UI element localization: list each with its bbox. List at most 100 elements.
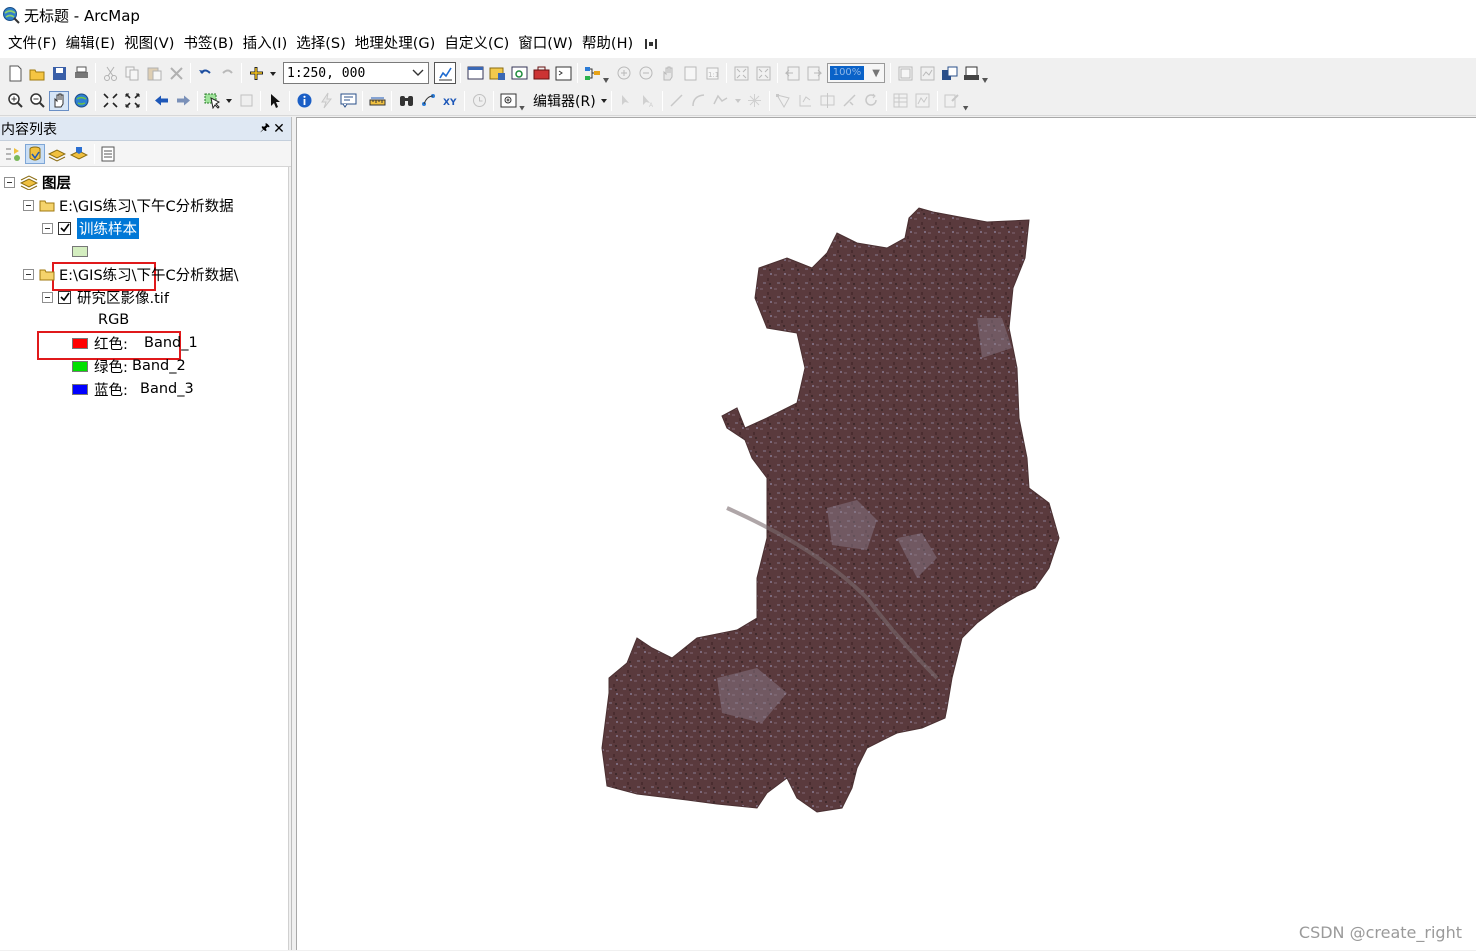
arctoolbox-button[interactable] [531, 63, 551, 83]
menu-selection[interactable]: 选择(S) [292, 32, 351, 56]
search-window-button[interactable] [509, 63, 529, 83]
close-icon[interactable]: ✕ [271, 121, 287, 137]
measure-button[interactable] [367, 91, 387, 111]
print-button[interactable] [71, 63, 91, 83]
go-to-xy-button[interactable]: XY [440, 91, 460, 111]
green-channel-swatch[interactable] [72, 360, 88, 372]
edit-tool-button[interactable] [616, 91, 636, 111]
find-route-button[interactable] [418, 91, 438, 111]
select-features-dropdown[interactable] [224, 91, 234, 111]
html-popup-button[interactable] [338, 91, 358, 111]
table-of-contents-button[interactable] [465, 63, 485, 83]
zoom-100-button[interactable]: 1:1 [702, 63, 722, 83]
blue-channel-swatch[interactable] [72, 383, 88, 395]
find-button[interactable] [396, 91, 416, 111]
pan-button[interactable] [49, 90, 69, 111]
select-features-button[interactable] [202, 91, 222, 111]
map-display[interactable]: CSDN @create_right [296, 117, 1476, 950]
map-scale-combobox[interactable]: 1:250, 000 [283, 62, 429, 84]
point-tool-button[interactable] [745, 91, 765, 111]
new-document-button[interactable] [5, 63, 25, 83]
menu-bookmarks[interactable]: 书签(B) [179, 32, 238, 56]
next-extent-layout-button[interactable] [804, 63, 824, 83]
menu-geoprocessing[interactable]: 地理处理(G) [351, 32, 441, 56]
layer-visibility-checkbox[interactable] [58, 221, 71, 235]
focus-data-frame-button[interactable] [917, 63, 937, 83]
identify-button[interactable] [294, 91, 314, 111]
python-window-button[interactable] [553, 63, 573, 83]
collapse-icon[interactable] [23, 268, 34, 280]
undo-button[interactable] [195, 63, 215, 83]
straight-segment-button[interactable] [667, 91, 687, 111]
menu-view[interactable]: 视图(V) [120, 32, 179, 56]
band-legend-red[interactable]: 红色: Band_1 [72, 332, 198, 354]
edit-annotation-button[interactable]: A [638, 91, 658, 111]
edit-vertices-button[interactable] [774, 91, 794, 111]
save-button[interactable] [49, 63, 69, 83]
tree-group-source-2[interactable]: E:\GIS练习\下午C分析数据\ [23, 263, 239, 285]
data-driven-pages-button[interactable] [961, 63, 981, 83]
construction-tools-dropdown[interactable] [733, 91, 743, 111]
fixed-zoom-in-layout-button[interactable] [731, 63, 751, 83]
zoom-whole-page-button[interactable] [680, 63, 700, 83]
create-viewer-window-button[interactable] [498, 91, 518, 111]
tree-root-layers[interactable]: 图层 [4, 171, 71, 193]
rotate-tool-button[interactable] [862, 91, 882, 111]
toolbar-options-grip[interactable] [982, 63, 990, 83]
red-channel-swatch[interactable] [72, 337, 88, 349]
collapse-icon[interactable] [42, 291, 53, 303]
add-data-button[interactable] [246, 63, 266, 83]
polygon-symbol-swatch[interactable] [72, 245, 88, 257]
toolbar-options-grip[interactable] [519, 91, 527, 111]
tree-layer-study-area-image[interactable]: 研究区影像.tif [42, 286, 169, 308]
band-legend-green[interactable]: 绿色: Band_2 [72, 355, 186, 377]
collapse-icon[interactable] [42, 222, 53, 234]
split-tool-button[interactable] [840, 91, 860, 111]
menu-windows[interactable]: 窗口(W) [514, 32, 578, 56]
paste-button[interactable] [144, 63, 164, 83]
pin-icon[interactable]: 🖈 [259, 119, 271, 138]
tree-layer-training-samples[interactable]: 训练样本 [42, 217, 139, 239]
change-layout-button[interactable] [939, 63, 959, 83]
list-by-visibility-button[interactable] [47, 144, 67, 164]
band-legend-blue[interactable]: 蓝色: Band_3 [72, 378, 194, 400]
redo-button[interactable] [217, 63, 237, 83]
toggle-draft-mode-button[interactable] [895, 63, 915, 83]
tree-group-source-1[interactable]: E:\GIS练习\下午C分析数据 [23, 194, 234, 216]
list-by-drawing-order-button[interactable] [3, 144, 23, 164]
menu-help[interactable]: 帮助(H) [578, 32, 638, 56]
menu-edit[interactable]: 编辑(E) [62, 32, 120, 56]
hyperlink-button[interactable] [316, 91, 336, 111]
cut-button[interactable] [100, 63, 120, 83]
layer-visibility-checkbox[interactable] [58, 290, 71, 304]
catalog-window-button[interactable] [487, 63, 507, 83]
list-by-selection-button[interactable] [69, 144, 89, 164]
layer-label[interactable]: 研究区影像.tif [77, 287, 169, 308]
delete-button[interactable] [166, 63, 186, 83]
editor-menu-button[interactable]: 编辑器(R) [529, 91, 600, 111]
zoom-in-button[interactable] [5, 91, 25, 111]
create-features-button[interactable] [942, 91, 962, 111]
go-back-extent-button[interactable] [151, 91, 171, 111]
model-builder-button[interactable] [582, 63, 602, 83]
menu-customize[interactable]: 自定义(C) [440, 32, 514, 56]
copy-button[interactable] [122, 63, 142, 83]
attributes-button[interactable] [891, 91, 911, 111]
cut-polygons-button[interactable] [818, 91, 838, 111]
endpoint-arc-button[interactable] [689, 91, 709, 111]
toc-splitter[interactable] [288, 167, 291, 950]
layer-symbol-row[interactable] [72, 240, 94, 262]
toc-options-button[interactable] [98, 144, 118, 164]
layer-label[interactable]: 训练样本 [77, 217, 139, 239]
fixed-zoom-out-button[interactable] [122, 91, 142, 111]
toolbar-handle-icon[interactable] [644, 37, 658, 51]
previous-extent-layout-button[interactable] [782, 63, 802, 83]
list-by-source-button[interactable] [25, 143, 45, 164]
menu-file[interactable]: 文件(F) [4, 32, 62, 56]
full-extent-button[interactable] [71, 91, 91, 111]
sketch-properties-button[interactable] [913, 91, 933, 111]
go-forward-extent-button[interactable] [173, 91, 193, 111]
collapse-icon[interactable] [4, 176, 15, 188]
editor-toolbar-toggle-button[interactable] [434, 62, 456, 84]
fixed-zoom-out-layout-button[interactable] [753, 63, 773, 83]
